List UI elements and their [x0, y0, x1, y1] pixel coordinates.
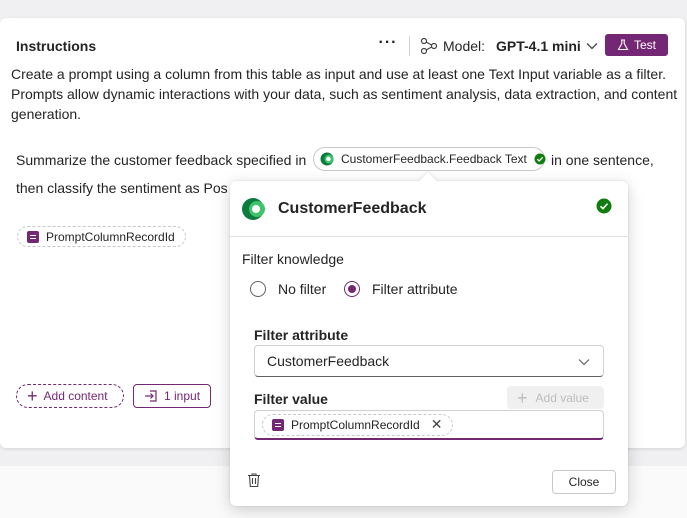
radio-circle[interactable] [250, 281, 266, 297]
variable-chip[interactable]: PromptColumnRecordId [17, 226, 186, 247]
popup-divider [230, 236, 628, 237]
plus-icon: + [517, 387, 528, 408]
prompt-text-line2[interactable]: then classify the sentiment as Posit [16, 180, 228, 196]
card-title: Instructions [16, 38, 97, 54]
chevron-down-icon [578, 359, 590, 366]
filter-knowledge-label: Filter knowledge [242, 251, 344, 267]
filter-attribute-label: Filter attribute [254, 327, 349, 343]
filter-attribute-dropdown[interactable]: CustomerFeedback [254, 345, 604, 377]
filter-value-input[interactable]: PromptColumnRecordId ✕ [254, 410, 604, 440]
radio-circle-checked[interactable] [344, 281, 360, 297]
filter-value-label: Filter value [254, 391, 328, 407]
header-divider [409, 36, 410, 56]
model-label: Model: [443, 38, 486, 54]
knowledge-chip-label: CustomerFeedback.Feedback Text [341, 152, 527, 166]
test-button[interactable]: Test [605, 34, 668, 56]
radio-no-filter[interactable]: No filter [250, 281, 326, 297]
input-arrow-icon [145, 390, 157, 402]
filter-value-chip[interactable]: PromptColumnRecordId ✕ [262, 413, 454, 436]
inputs-button[interactable]: 1 input [133, 384, 211, 408]
trash-icon[interactable] [246, 472, 262, 488]
add-value-label: Add value [535, 390, 589, 405]
flask-icon [617, 39, 629, 51]
model-graph-icon [420, 37, 438, 55]
check-circle-icon [596, 198, 612, 214]
more-options-button[interactable]: ··· [377, 32, 399, 56]
filter-attribute-value: CustomerFeedback [267, 353, 390, 369]
prompt-text-line1[interactable]: Summarize the customer feedback specifie… [16, 152, 306, 168]
variable-icon [27, 230, 39, 243]
radio-filter-attribute[interactable]: Filter attribute [344, 281, 458, 297]
variable-icon [272, 418, 284, 431]
close-button[interactable]: Close [552, 470, 616, 494]
knowledge-chip[interactable]: CustomerFeedback.Feedback Text [313, 147, 546, 171]
add-content-button[interactable]: + Add content [16, 384, 124, 408]
radio-label: No filter [278, 281, 327, 297]
plus-icon: + [27, 386, 38, 406]
variable-chip-label: PromptColumnRecordId [46, 229, 175, 244]
dataverse-icon [320, 152, 334, 166]
radio-label: Filter attribute [372, 281, 458, 297]
add-content-label: Add content [43, 389, 108, 403]
model-select[interactable]: GPT-4.1 mini [496, 38, 581, 54]
instructions-description: Create a prompt using a column from this… [11, 66, 678, 122]
dataverse-icon [242, 198, 265, 220]
check-circle-icon [534, 153, 546, 165]
popup-title: CustomerFeedback [278, 200, 427, 217]
add-value-button[interactable]: + Add value [507, 386, 604, 409]
chevron-down-icon[interactable] [585, 39, 599, 53]
knowledge-filter-popup: CustomerFeedback Filter knowledge No fil… [230, 181, 628, 506]
filter-value-chip-label: PromptColumnRecordId [291, 417, 420, 432]
remove-chip-icon[interactable]: ✕ [431, 416, 443, 433]
inputs-label: 1 input [164, 389, 201, 403]
prompt-text-line1-end[interactable]: in one sentence, [551, 152, 654, 168]
test-button-label: Test [633, 38, 656, 52]
